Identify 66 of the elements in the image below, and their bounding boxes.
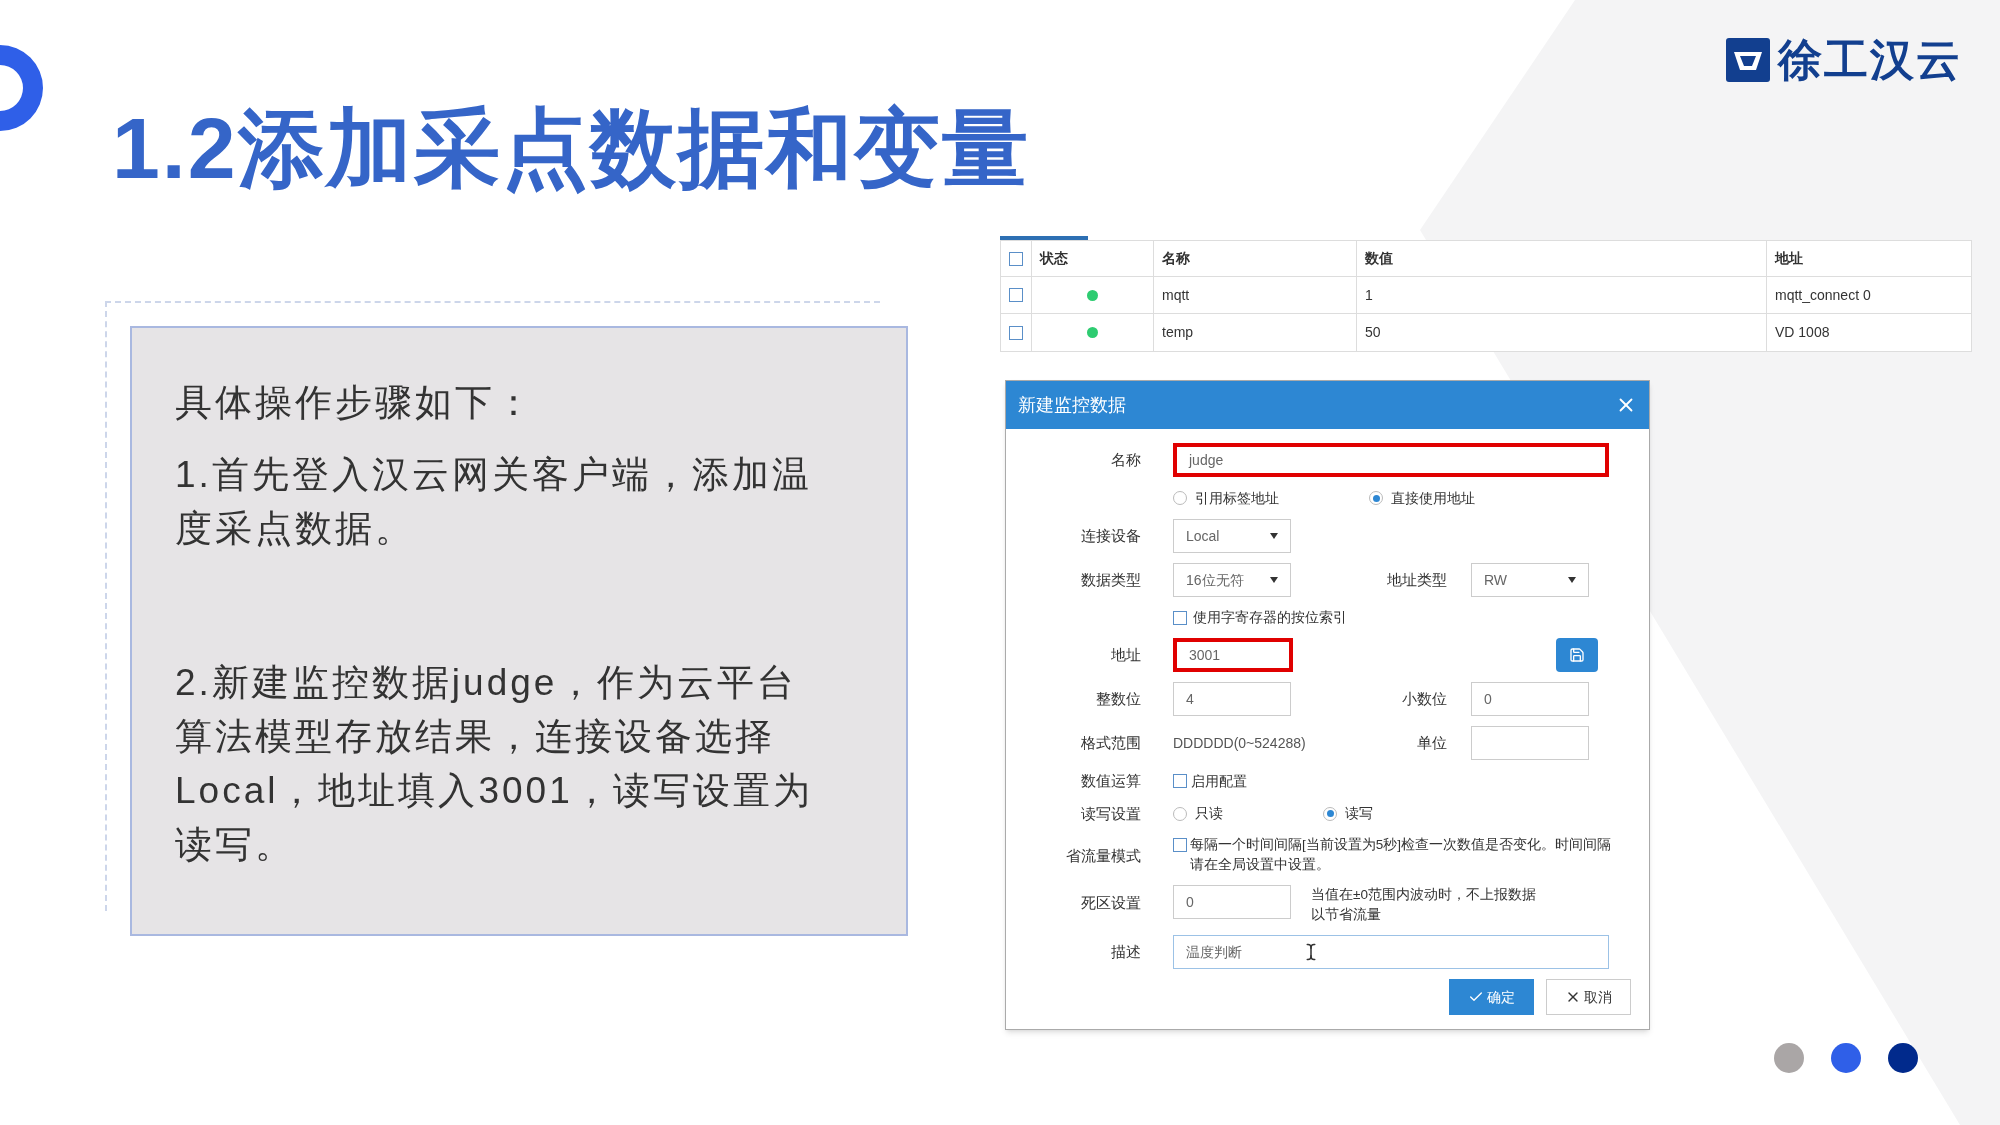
caret-icon: [1568, 577, 1576, 583]
checkbox[interactable]: [1009, 251, 1023, 266]
input-field[interactable]: judge: [1173, 443, 1609, 477]
field-label: 格式范围: [1080, 732, 1141, 753]
caret-icon: [1270, 577, 1278, 583]
radio-label: 引用标签地址: [1195, 488, 1279, 508]
column-header: 数值: [1365, 249, 1393, 268]
field-label: 单位: [1416, 732, 1447, 753]
radio-button[interactable]: [1173, 491, 1187, 505]
format-range-text: DDDDDD(0~524288): [1173, 733, 1307, 753]
table-cell-text: VD 1008: [1775, 323, 1830, 342]
dropdown[interactable]: RW: [1471, 563, 1589, 597]
logo-icon: [1726, 38, 1770, 82]
table-cell-text: mqtt_connect 0: [1775, 285, 1871, 305]
saving-mode-text: 每隔一个时间间隔[当前设置为5秒]检查一次数值是否变化。时间间隔请在全局设置中设置。: [1190, 836, 1611, 874]
checkbox[interactable]: [1173, 774, 1187, 789]
save-button[interactable]: [1556, 638, 1598, 672]
radio-button[interactable]: [1323, 806, 1337, 821]
field-label: 小数位: [1401, 688, 1447, 709]
radio-label: 直接使用地址: [1391, 488, 1475, 508]
field-label: 名称: [1110, 449, 1141, 470]
caret-icon: [1270, 533, 1278, 539]
instruction-text: 具体操作步骤如下：: [175, 381, 536, 425]
logo-text: 徐工汉云: [1778, 38, 1962, 82]
column-header: 地址: [1775, 249, 1803, 268]
input-field[interactable]: [1471, 726, 1589, 760]
field-label: 地址: [1110, 644, 1141, 665]
dropdown[interactable]: 16位无符: [1173, 563, 1291, 597]
dropdown[interactable]: Local: [1173, 519, 1291, 553]
field-label: 数值运算: [1080, 771, 1141, 791]
deadband-hint: 当值在±0范围内波动时，不上报数据以节省流量: [1311, 886, 1537, 924]
confirm-button[interactable]: 确定: [1449, 979, 1534, 1015]
field-label: 地址类型: [1386, 569, 1447, 590]
radio-label: 只读: [1195, 804, 1223, 824]
input-field[interactable]: 0: [1173, 885, 1291, 919]
field-label: 描述: [1110, 941, 1141, 962]
description-field[interactable]: 温度判断: [1173, 935, 1609, 969]
field-label: 数据类型: [1080, 569, 1141, 590]
radio-button[interactable]: [1369, 491, 1383, 505]
checkbox-label: 使用字寄存器的按位索引: [1193, 608, 1347, 627]
instruction-text: 1.首先登入汉云网关客户端，添加温度采点数据。: [175, 453, 813, 551]
field-label: 连接设备: [1080, 525, 1141, 546]
instruction-text: 2.新建监控数据judge，作为云平台算法模型存放结果，连接设备选择Local，地址填入3001，读写设置为读写。: [175, 661, 814, 867]
table-cell-text: 1: [1365, 285, 1373, 305]
checkbox[interactable]: [1009, 325, 1023, 340]
field-label: 读写设置: [1080, 803, 1141, 824]
save-icon: [1569, 647, 1585, 663]
field-label: 死区设置: [1080, 893, 1141, 913]
checkbox[interactable]: [1173, 838, 1187, 852]
radio-button[interactable]: [1173, 806, 1187, 821]
checkbox-label: 启用配置: [1191, 771, 1247, 791]
radio-label: 读写: [1345, 804, 1373, 824]
dialog-title: 新建监控数据: [1018, 393, 1126, 417]
input-field[interactable]: 0: [1471, 682, 1589, 716]
column-header: 状态: [1040, 249, 1068, 268]
column-header: 名称: [1162, 249, 1190, 268]
input-field[interactable]: 4: [1173, 682, 1291, 716]
table-cell-text: 50: [1365, 323, 1381, 342]
input-field[interactable]: 3001: [1173, 638, 1293, 672]
cancel-button[interactable]: 取消: [1546, 979, 1631, 1015]
table-cell-text: temp: [1162, 323, 1194, 342]
field-label: 整数位: [1095, 688, 1141, 709]
checkbox[interactable]: [1173, 610, 1187, 625]
checkbox[interactable]: [1009, 288, 1023, 302]
field-label: 省流量模式: [1065, 846, 1141, 866]
table-cell-text: mqtt: [1162, 285, 1190, 305]
